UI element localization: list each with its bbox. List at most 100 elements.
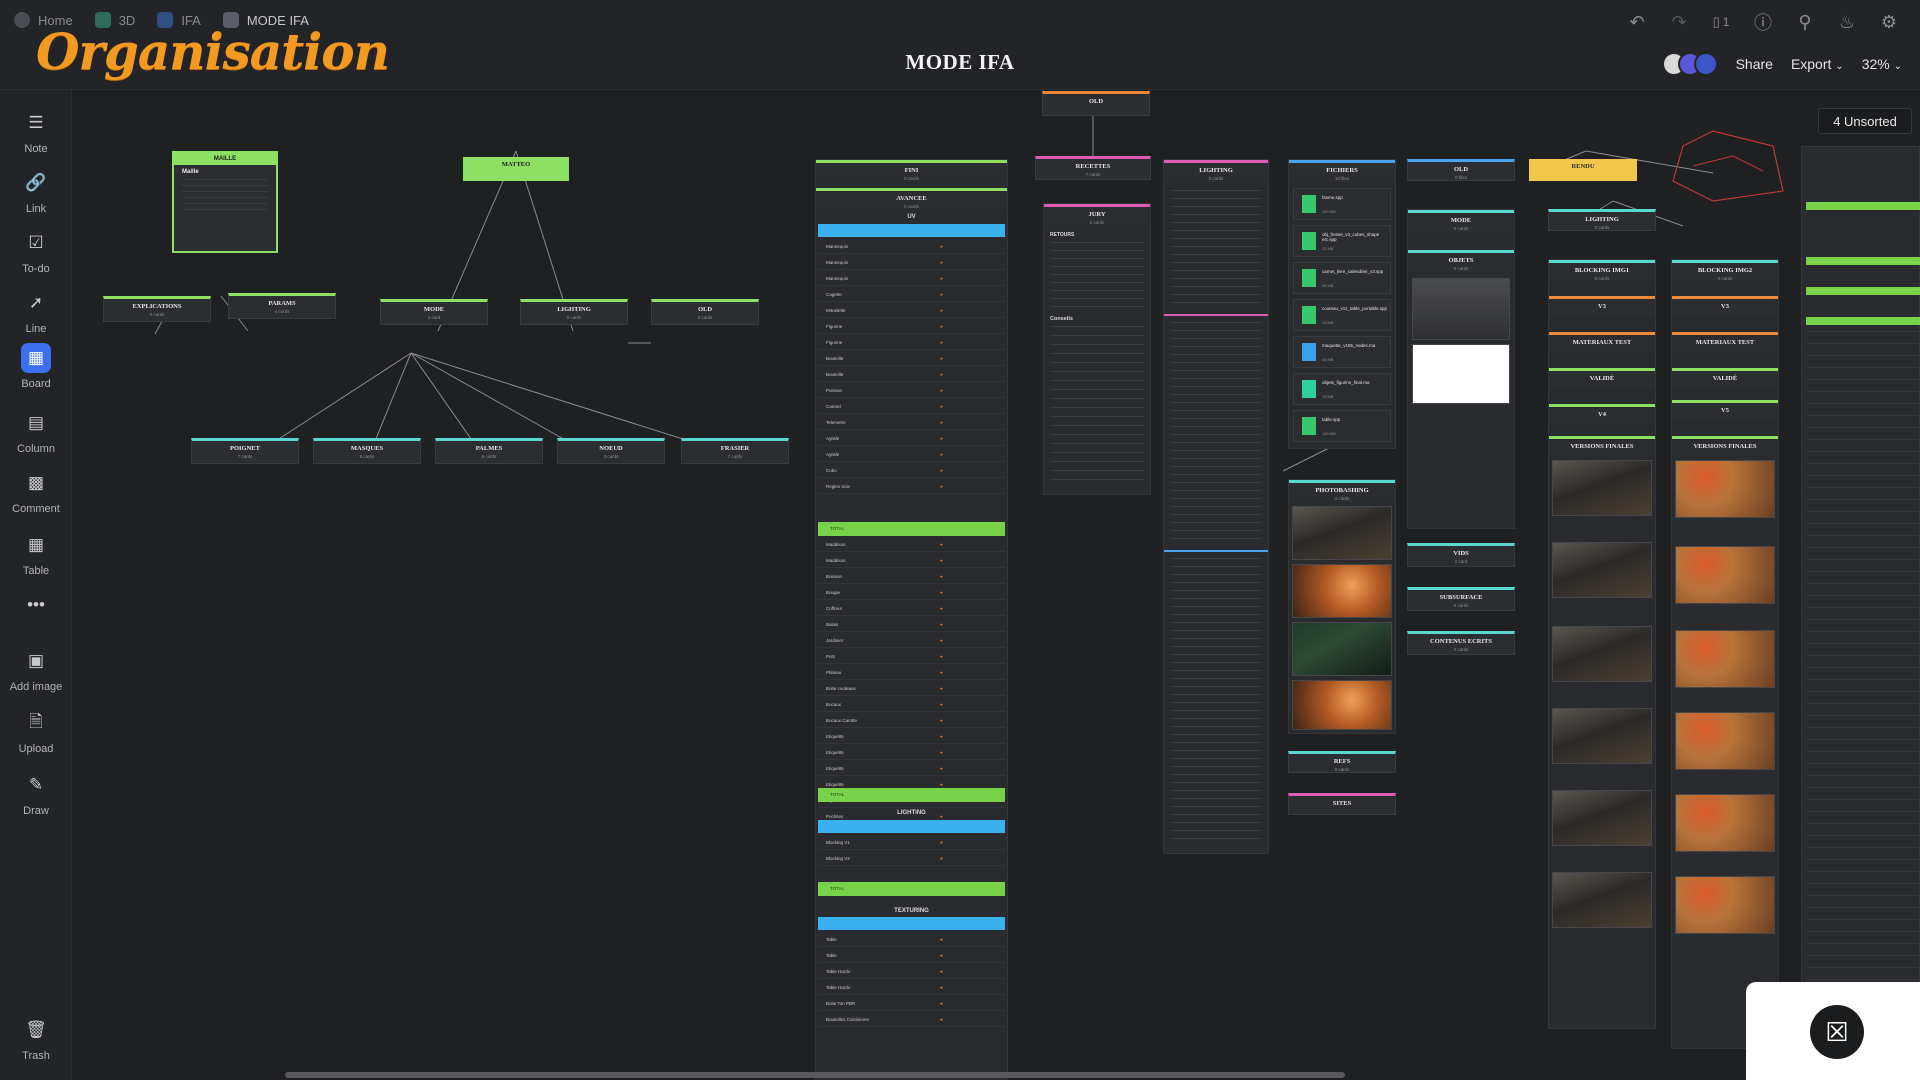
poignet-board[interactable]: POIGNET 7 cards [191, 438, 299, 464]
table-row[interactable]: Agrafe ● [818, 448, 1005, 462]
right-partial-column[interactable] [1801, 146, 1920, 1046]
table-row[interactable]: Table ● [818, 933, 1005, 947]
table-row[interactable]: Balais ● [818, 618, 1005, 632]
table-row[interactable]: Telemetre ● [818, 416, 1005, 430]
file-card[interactable]: couteau_v11_table_portable.spp 14 MB [1293, 299, 1391, 331]
table-row[interactable]: Table Hardo ● [818, 965, 1005, 979]
horizontal-scrollbar[interactable] [285, 1072, 1345, 1078]
table-row[interactable]: Pots ● [818, 650, 1005, 664]
table-row[interactable]: Bocaux Carotte ● [818, 714, 1005, 728]
production-table-column[interactable]: FINI 0 cards AVANCEE 0 cards UV Mannequin ●… [815, 159, 1008, 1080]
old-top-board[interactable]: OLD [1042, 91, 1150, 116]
render-image[interactable] [1675, 794, 1775, 852]
tool-comment[interactable]: ▩ Comment [0, 468, 72, 515]
mode-board-2[interactable]: MODE 0 cards [1408, 210, 1514, 232]
table-row[interactable]: Etiquette ● [818, 730, 1005, 744]
table-row[interactable]: Maddison ● [818, 554, 1005, 568]
render-image[interactable] [1675, 876, 1775, 934]
table-row[interactable]: Figurine ● [818, 336, 1005, 350]
tool-upload[interactable]: 🗎 Upload [0, 708, 72, 756]
redo-icon[interactable]: ↷ [1666, 10, 1692, 34]
device-icon[interactable]: ▯ 1 [1708, 10, 1734, 34]
table-row[interactable]: Blocking V1 ● [818, 836, 1005, 850]
tool-board[interactable]: ▦ Board [0, 343, 72, 390]
v5-board[interactable]: V5 [1672, 400, 1778, 420]
v3-board[interactable]: V3 [1672, 296, 1778, 316]
blocking-img1-column[interactable]: BLOCKING IMG1 0 cards V3 MATERIAUX TEST V… [1548, 259, 1656, 1029]
table-row[interactable]: Mannequin ● [818, 256, 1005, 270]
valide-board[interactable]: VALIDÉ [1549, 368, 1655, 388]
search-icon[interactable]: ⚲ [1792, 10, 1818, 34]
lighting-checklist-column[interactable]: LIGHTING 0 cards [1163, 159, 1269, 854]
matteo-card[interactable]: MATTEO [463, 157, 569, 181]
palmes-board[interactable]: PALMES 8 cards [435, 438, 543, 464]
avancee-board[interactable]: AVANCEE 0 cards [816, 188, 1007, 210]
render-image[interactable] [1552, 790, 1652, 846]
photobashing-board[interactable]: PHOTOBASHING 4 cards [1289, 480, 1395, 502]
fini-board[interactable]: FINI 0 cards [816, 160, 1007, 182]
render-image[interactable] [1675, 630, 1775, 688]
render-image[interactable] [1675, 546, 1775, 604]
contenus-ecrits-board[interactable]: CONTENUS ECRITS 0 cards [1407, 631, 1515, 655]
tool-note[interactable]: ☰ Note [0, 108, 72, 155]
tool-link[interactable]: 🔗 Link [0, 168, 72, 215]
tool-add-image[interactable]: ▣ Add image [0, 646, 72, 693]
sketch-image[interactable] [1412, 344, 1510, 404]
table-row[interactable]: Bouteille ● [818, 368, 1005, 382]
bell-icon[interactable]: ♨ [1834, 10, 1860, 34]
render-image[interactable] [1675, 460, 1775, 518]
table-row[interactable]: Mitrailette ● [818, 304, 1005, 318]
help-icon[interactable]: ⓘ [1750, 10, 1776, 34]
sites-board[interactable]: SITES [1288, 793, 1396, 815]
gear-icon[interactable]: ⚙ [1876, 10, 1902, 34]
export-button[interactable]: Export ⌄ [1791, 56, 1844, 72]
zoom-button[interactable]: 32% ⌄ [1862, 56, 1902, 72]
render-image[interactable] [1552, 542, 1652, 598]
file-card[interactable]: obj_fresse_v3_cubes_shape etc.spp 12 MB [1293, 225, 1391, 257]
render-image[interactable] [1552, 460, 1652, 516]
table-row[interactable]: Jardinier ● [818, 634, 1005, 648]
explications-board[interactable]: EXPLICATIONS 0 cards [103, 296, 211, 322]
table-row[interactable]: Plateau ● [818, 666, 1005, 680]
photobash-image[interactable] [1292, 506, 1392, 560]
collaborator-avatars[interactable] [1661, 52, 1718, 76]
table-row[interactable]: Etiquette ● [818, 762, 1005, 776]
tool-draw[interactable]: ✎ Draw [0, 770, 72, 817]
materiaux-test-board[interactable]: MATERIAUX TEST [1549, 332, 1655, 352]
render-image[interactable] [1552, 626, 1652, 682]
render-image[interactable] [1552, 708, 1652, 764]
board-canvas[interactable]: MAILLE Maille MATTEO EXPLICATIONS 0 cards… [73, 91, 1920, 1080]
mode-objets-column[interactable]: MODE 0 cards OBJETS 0 cards [1407, 209, 1515, 529]
tool-column[interactable]: ▤ Column [0, 408, 72, 455]
table-row[interactable]: Blocking V2 ● [818, 852, 1005, 866]
params-board[interactable]: PARAMS 4 cards [228, 293, 336, 319]
table-row[interactable]: Agrafe ● [818, 432, 1005, 446]
render-image[interactable] [1675, 712, 1775, 770]
recettes-board[interactable]: RECETTES 7 cards [1035, 156, 1151, 180]
v3-board[interactable]: V3 [1549, 296, 1655, 316]
old-files-board[interactable]: OLD 0 files [1407, 159, 1515, 181]
v4-board[interactable]: V4 [1549, 404, 1655, 424]
rendu-board[interactable]: RENDU [1529, 159, 1637, 181]
lighting-col-board[interactable]: LIGHTING 0 cards [1164, 160, 1268, 182]
fichiers-board[interactable]: FICHIERS 10 files [1289, 160, 1395, 182]
table-row[interactable]: Mannequin ● [818, 272, 1005, 286]
help-chat-button[interactable]: ☒ [1810, 1005, 1864, 1059]
table-row[interactable]: Poisson ● [818, 384, 1005, 398]
photobash-image[interactable] [1292, 622, 1392, 676]
table-row[interactable]: Bouteille ● [818, 352, 1005, 366]
tool-trash[interactable]: 🗑 Trash [0, 1015, 72, 1062]
table-row[interactable]: Figurine ● [818, 320, 1005, 334]
table-row[interactable]: Mannequin ● [818, 240, 1005, 254]
lighting-rendu-board[interactable]: LIGHTING 0 cards [1548, 209, 1656, 231]
file-card[interactable]: table.spp 100 MB [1293, 410, 1391, 442]
table-row[interactable]: Regles Scie ● [818, 480, 1005, 494]
table-row[interactable]: Maddison ● [818, 538, 1005, 552]
objets-board[interactable]: OBJETS 0 cards [1408, 250, 1514, 272]
table-row[interactable]: Bouteilles Cuisinieres ● [818, 1013, 1005, 1027]
fichiers-column[interactable]: FICHIERS 10 files fasme.spp 120 MB obj_fres… [1288, 159, 1396, 449]
valide-board[interactable]: VALIDÉ [1672, 368, 1778, 388]
file-card[interactable]: maquette_v155_nodes.ma 40 MB [1293, 336, 1391, 368]
photobash-image[interactable] [1292, 680, 1392, 730]
masques-board[interactable]: MASQUES 8 cards [313, 438, 421, 464]
